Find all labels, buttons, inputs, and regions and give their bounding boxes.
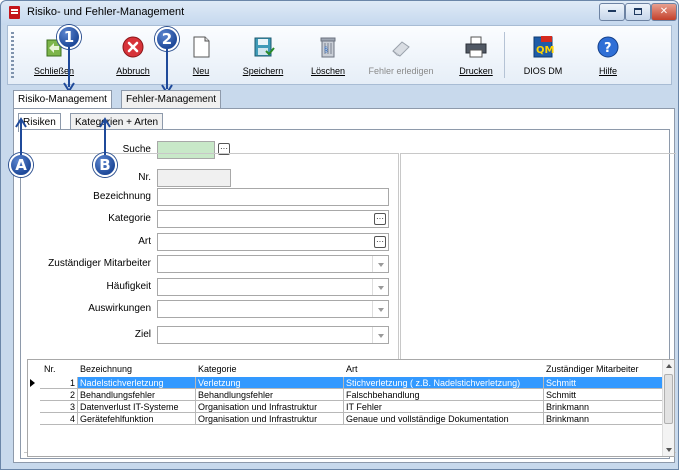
- save-icon: [254, 37, 275, 57]
- nr-field[interactable]: [157, 169, 231, 187]
- callout-1-arrow-icon: [63, 47, 75, 93]
- table-header: Nr. Bezeichnung Kategorie Art Zuständige…: [28, 363, 664, 375]
- minimize-icon: [608, 10, 616, 13]
- bezeichnung-label: Bezeichnung: [93, 191, 151, 202]
- scroll-thumb[interactable]: [664, 374, 673, 424]
- chevron-down-icon: [372, 327, 388, 343]
- cancel-button[interactable]: Abbruch: [108, 28, 158, 82]
- table-row[interactable]: 2 Behandlungsfehler Behandlungsfehler Fa…: [28, 389, 664, 401]
- row-indicator: [28, 377, 40, 389]
- row-art: Falschbehandlung: [344, 389, 544, 401]
- row-bezeichnung: Nadelstichverletzung: [78, 377, 196, 389]
- ziel-dropdown[interactable]: [157, 326, 389, 344]
- trash-icon: §: [320, 37, 336, 58]
- delete-button[interactable]: § Löschen: [308, 28, 348, 82]
- row-bezeichnung: Gerätefehlfunktion: [78, 413, 196, 425]
- auswirkungen-dropdown[interactable]: [157, 300, 389, 318]
- col-nr-header[interactable]: Nr.: [42, 363, 76, 375]
- help-icon: ?: [597, 36, 619, 58]
- row-bezeichnung: Datenverlust IT-Systeme: [78, 401, 196, 413]
- auswirkungen-label: Auswirkungen: [88, 303, 151, 314]
- callout-2-arrow-icon: [161, 49, 173, 95]
- row-kategorie: Organisation und Infrastruktur: [196, 413, 344, 425]
- chevron-down-icon: [372, 256, 388, 272]
- kategorie-label: Kategorie: [108, 213, 151, 224]
- help-button[interactable]: ? Hilfe: [588, 28, 628, 82]
- callout-2-badge: 2: [155, 27, 179, 51]
- callout-b-arrow-icon: [99, 117, 111, 155]
- ziel-label: Ziel: [134, 329, 151, 340]
- close-button[interactable]: ✕: [651, 3, 677, 21]
- new-document-icon: [193, 36, 210, 58]
- table-row[interactable]: 1 Nadelstichverletzung Verletzung Stichv…: [28, 377, 664, 389]
- row-nr: 2: [40, 389, 78, 401]
- current-row-icon: [30, 379, 35, 387]
- window-title: Risiko- und Fehler-Management: [27, 6, 185, 18]
- tab-risiko-management[interactable]: Risiko-Management: [13, 90, 112, 109]
- maximize-button[interactable]: [625, 3, 651, 21]
- row-nr: 3: [40, 401, 78, 413]
- resolve-error-button[interactable]: Fehler erledigen: [365, 28, 437, 82]
- row-nr: 1: [40, 377, 78, 389]
- row-kategorie: Behandlungsfehler: [196, 389, 344, 401]
- art-field[interactable]: ···: [157, 233, 389, 251]
- row-mitarbeiter: Brinkmann: [544, 401, 664, 413]
- nr-label: Nr.: [138, 172, 151, 183]
- svg-text:?: ?: [604, 41, 612, 56]
- col-mitarbeiter-header[interactable]: Zuständiger Mitarbeiter: [544, 363, 662, 375]
- table-row[interactable]: 4 Gerätefehlfunktion Organisation und In…: [28, 413, 664, 425]
- close-icon: ✕: [659, 6, 669, 17]
- app-icon: [9, 6, 20, 19]
- minimize-button[interactable]: [599, 3, 625, 21]
- chevron-down-icon: [372, 301, 388, 317]
- row-art: Genaue und vollständige Dokumentation: [344, 413, 544, 425]
- row-kategorie: Verletzung: [196, 377, 344, 389]
- col-kategorie-header[interactable]: Kategorie: [196, 363, 342, 375]
- table-row[interactable]: 3 Datenverlust IT-Systeme Organisation u…: [28, 401, 664, 413]
- title-bar[interactable]: Risiko- und Fehler-Management ✕: [1, 1, 678, 25]
- haeufigkeit-label: Häufigkeit: [106, 281, 151, 292]
- art-picker-icon[interactable]: ···: [374, 236, 386, 248]
- callout-a-arrow-icon: [15, 117, 27, 155]
- maximize-icon: [634, 7, 642, 15]
- mitarbeiter-dropdown[interactable]: [157, 255, 389, 273]
- scroll-down-icon[interactable]: [663, 444, 675, 456]
- row-kategorie: Organisation und Infrastruktur: [196, 401, 344, 413]
- callout-1-badge: 1: [57, 25, 81, 49]
- row-bezeichnung: Behandlungsfehler: [78, 389, 196, 401]
- art-label: Art: [138, 236, 151, 247]
- print-button[interactable]: Drucken: [454, 28, 498, 82]
- bezeichnung-field[interactable]: [157, 188, 389, 206]
- scroll-up-icon[interactable]: [663, 360, 675, 372]
- kategorie-field[interactable]: ···: [157, 210, 389, 228]
- haeufigkeit-dropdown[interactable]: [157, 278, 389, 296]
- svg-text:QM: QM: [536, 45, 555, 56]
- risks-table: Nr. Bezeichnung Kategorie Art Zuständige…: [27, 359, 675, 457]
- row-mitarbeiter: Brinkmann: [544, 413, 664, 425]
- eraser-icon: [392, 41, 410, 57]
- toolbar-separator: [504, 32, 505, 78]
- tab-fehler-management[interactable]: Fehler-Management: [121, 90, 222, 108]
- col-art-header[interactable]: Art: [344, 363, 542, 375]
- row-art: IT Fehler: [344, 401, 544, 413]
- new-button[interactable]: Neu: [183, 28, 219, 82]
- qm-pdf-icon: QM: [533, 36, 555, 58]
- dios-dm-button[interactable]: QM DIOS DM: [518, 28, 568, 82]
- col-bezeichnung-header[interactable]: Bezeichnung: [78, 363, 194, 375]
- kategorie-picker-icon[interactable]: ···: [374, 213, 386, 225]
- toolbar-grip[interactable]: [11, 32, 14, 78]
- row-nr: 4: [40, 413, 78, 425]
- row-mitarbeiter: Schmitt: [544, 389, 664, 401]
- row-art: Stichverletzung ( z.B. Nadelstichverletz…: [344, 377, 544, 389]
- mitarbeiter-label: Zuständiger Mitarbeiter: [48, 258, 151, 269]
- row-mitarbeiter: Schmitt: [544, 377, 664, 389]
- svg-text:§: §: [324, 47, 328, 54]
- table-scrollbar[interactable]: [662, 360, 674, 456]
- chevron-down-icon: [372, 279, 388, 295]
- printer-icon: [465, 36, 487, 58]
- toolbar: Schließen Abbruch Neu Speichern § Lösche…: [7, 25, 672, 85]
- main-window: Risiko- und Fehler-Management ✕ Schließe…: [0, 0, 679, 470]
- save-button[interactable]: Speichern: [240, 28, 286, 82]
- cancel-icon: [122, 36, 144, 58]
